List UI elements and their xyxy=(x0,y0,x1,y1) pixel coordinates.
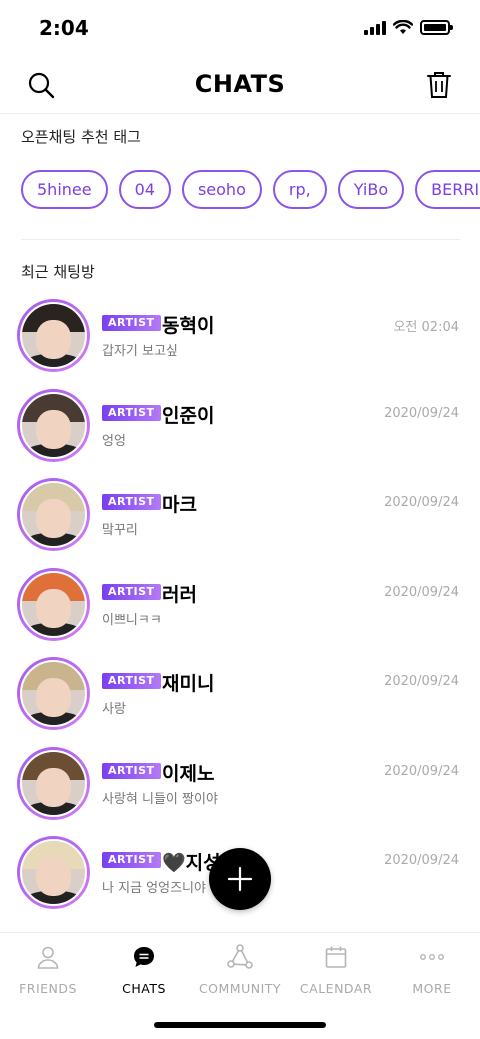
tab-label: MORE xyxy=(412,981,452,996)
battery-icon xyxy=(420,20,453,35)
status-time: 2:04 xyxy=(39,16,89,40)
avatar[interactable] xyxy=(17,746,90,820)
chat-row[interactable]: ARTIST 마크맠꾸리 2020/09/24 xyxy=(0,477,480,567)
chat-name: 이제노 xyxy=(162,762,215,785)
chat-timestamp: 오전 02:04 xyxy=(393,320,459,335)
tab-friends[interactable]: FRIENDS xyxy=(0,943,96,996)
delete-button[interactable] xyxy=(422,68,456,102)
artist-badge: ARTIST xyxy=(102,404,161,421)
chat-bubble-icon xyxy=(134,947,154,967)
chat-row[interactable]: ARTIST 재미니사랑 2020/09/24 xyxy=(0,656,480,746)
chat-row[interactable]: ARTIST 러러 이쁘니ㅋㅋ 2020/09/24 xyxy=(0,567,480,657)
chat-timestamp: 2020/09/24 xyxy=(384,674,459,689)
artist-badge: ARTIST xyxy=(102,583,161,600)
plus-icon xyxy=(227,866,253,892)
chat-list: ARTIST 동혁이 갑자기 보고싶 오전 02:04 ARTIST 인준이 엉엉 2020/… xyxy=(0,298,480,925)
divider xyxy=(21,239,460,240)
tab-community[interactable]: COMMUNITY xyxy=(192,943,288,996)
artist-badge: ARTIST xyxy=(102,852,161,868)
tab-calendar[interactable]: CALENDAR xyxy=(288,943,384,996)
chat-name: 동혁이 xyxy=(162,315,215,337)
chat-preview: 사랑 xyxy=(102,702,126,717)
chat-timestamp: 2020/09/24 xyxy=(384,405,459,421)
tab-more[interactable]: MORE xyxy=(384,943,480,996)
tab-label: COMMUNITY xyxy=(198,981,282,996)
avatar[interactable] xyxy=(17,836,90,909)
tab-label: CHATS xyxy=(122,981,166,996)
tags-section-title: 오픈채팅 추천 태그 xyxy=(21,128,141,146)
trash-icon xyxy=(427,72,451,98)
artist-badge: ARTIST xyxy=(102,315,161,331)
tag-pill[interactable]: BERRIE xyxy=(415,170,480,209)
avatar[interactable] xyxy=(17,478,90,551)
tags-row: 5hinee 04 seoho rp, YiBo BERRIE xyxy=(21,170,480,209)
tab-label: FRIENDS xyxy=(19,981,77,996)
avatar[interactable] xyxy=(17,388,90,462)
tab-label: CALENDAR xyxy=(299,981,373,996)
chat-row[interactable]: ARTIST 동혁이갑자기 보고싶 오전 02:04 xyxy=(0,298,480,388)
home-indicator xyxy=(154,1022,326,1028)
tab-chats[interactable]: CHATS xyxy=(96,943,192,996)
avatar[interactable] xyxy=(17,299,90,372)
new-chat-button[interactable] xyxy=(209,848,271,910)
artist-badge: ARTIST xyxy=(102,494,161,510)
chat-timestamp: 2020/09/24 xyxy=(384,584,459,600)
tag-pill[interactable]: 5hinee xyxy=(21,170,108,209)
avatar[interactable] xyxy=(17,567,90,641)
page-title: CHATS xyxy=(194,70,286,98)
chat-name: 마크 xyxy=(162,494,197,516)
chat-preview: 맠꾸리 xyxy=(102,523,138,538)
chat-preview: 사랑혀 니들이 짱이야 xyxy=(102,791,218,807)
chat-preview: 갑자기 보고싶 xyxy=(102,344,178,359)
tag-pill[interactable]: 04 xyxy=(118,170,171,209)
tag-pill[interactable]: seoho xyxy=(181,170,262,209)
chat-name: 러러 xyxy=(162,583,197,606)
share-network-icon xyxy=(227,944,253,969)
artist-badge: ARTIST xyxy=(102,762,161,779)
chat-preview: 이쁘니ㅋㅋ xyxy=(102,612,162,628)
chat-preview: 나 지금 엉엉즈니야 xyxy=(102,881,206,896)
more-dots-icon xyxy=(420,953,445,960)
chat-timestamp: 2020/09/24 xyxy=(384,763,459,779)
calendar-icon xyxy=(325,946,347,968)
wifi-icon xyxy=(393,20,413,34)
chat-name: 재미니 xyxy=(162,673,215,695)
chat-timestamp: 2020/09/24 xyxy=(384,853,459,868)
status-icons xyxy=(364,20,453,35)
chat-row[interactable]: ARTIST 인준이엉엉 2020/09/24 xyxy=(0,388,480,478)
person-icon xyxy=(37,946,59,969)
avatar[interactable] xyxy=(17,657,90,730)
chat-timestamp: 2020/09/24 xyxy=(384,495,459,510)
cellular-signal-icon xyxy=(364,20,386,35)
tag-pill[interactable]: YiBo xyxy=(337,170,405,209)
status-bar: 2:04 xyxy=(0,0,480,58)
chat-preview: 엉엉 xyxy=(102,433,126,449)
recent-section-title: 최근 채팅방 xyxy=(21,263,95,281)
chat-name: 인준이 xyxy=(162,404,215,427)
artist-badge: ARTIST xyxy=(102,673,161,689)
tag-pill[interactable]: rp, xyxy=(272,170,327,209)
chat-row[interactable]: ARTIST 이제노사랑혀 니들이 짱이야 2020/09/24 xyxy=(0,746,480,836)
header: CHATS xyxy=(0,58,480,114)
